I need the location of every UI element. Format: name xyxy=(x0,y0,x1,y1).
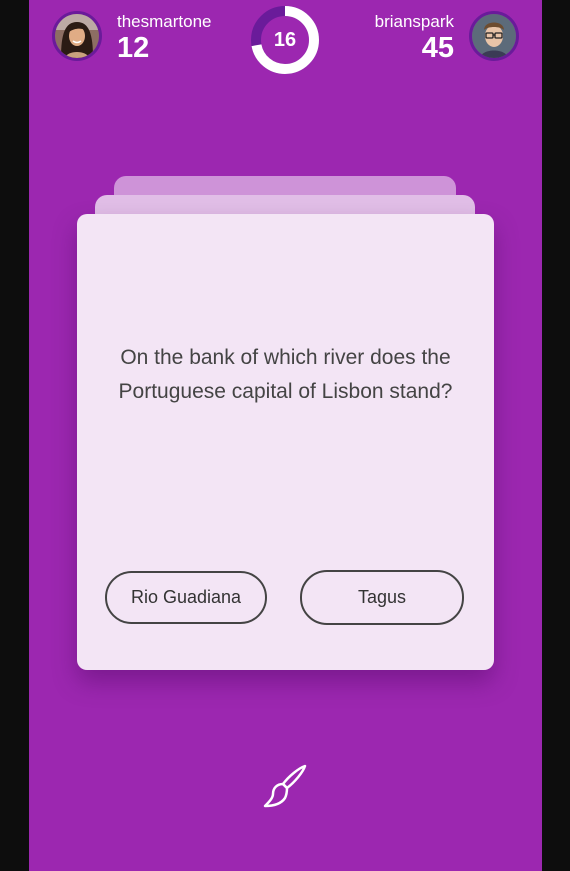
player-left-score: 12 xyxy=(117,32,150,64)
player-left-avatar[interactable] xyxy=(52,11,102,61)
player-right-info: brianspark 45 xyxy=(375,11,454,63)
answer-label-2: Tagus xyxy=(357,587,407,607)
countdown-timer: 16 xyxy=(250,5,320,75)
question-text: On the bank of which river does the Port… xyxy=(118,346,453,403)
player-left-name: thesmartone xyxy=(117,12,212,31)
player-left-info: thesmartone 12 xyxy=(117,11,212,63)
player-right: brianspark 45 xyxy=(375,11,519,63)
quiz-screen: thesmartone 12 16 brianspark 45 On the b… xyxy=(29,0,542,871)
category-indicator xyxy=(261,762,309,810)
player-right-avatar[interactable] xyxy=(469,11,519,61)
question-card: On the bank of which river does the Port… xyxy=(77,214,494,670)
answer-button-2[interactable]: Tagus xyxy=(300,570,464,625)
male-avatar-icon xyxy=(472,14,516,58)
player-right-score: 45 xyxy=(421,32,454,64)
answer-button-1[interactable]: Rio Guadiana xyxy=(105,571,267,624)
player-right-name: brianspark xyxy=(374,12,454,31)
answer-label-1: Rio Guadiana xyxy=(130,587,242,607)
paintbrush-icon xyxy=(263,764,307,808)
timer-value: 16 xyxy=(273,29,297,51)
player-left: thesmartone 12 xyxy=(52,11,212,63)
female-avatar-icon xyxy=(55,14,99,58)
